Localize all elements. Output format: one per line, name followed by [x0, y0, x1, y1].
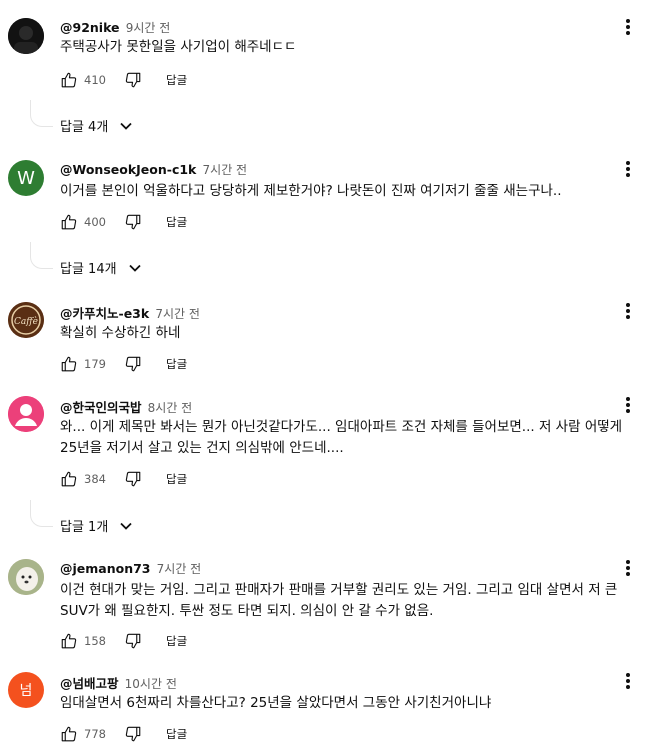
comment-header: @WonseokJeon-c1k 7시간 전: [60, 161, 247, 178]
thumbs-down-icon[interactable]: [124, 725, 142, 743]
thumbs-down-icon[interactable]: [124, 470, 142, 488]
dog-photo-icon: [8, 559, 44, 595]
like-count: 384: [84, 472, 106, 486]
svg-text:Caffè: Caffè: [14, 316, 38, 327]
chevron-down-icon: [128, 264, 141, 272]
comment-text: 임대살면서 6천짜리 차를산다고? 25년을 살았다면서 그동안 사기친거아니냐: [60, 695, 492, 711]
thumbs-down-icon[interactable]: [124, 213, 142, 231]
avatar[interactable]: Caffè: [8, 302, 44, 338]
timestamp[interactable]: 7시간 전: [203, 163, 248, 177]
reply-button[interactable]: 답글: [166, 471, 187, 487]
replies-label: 답글 1개: [60, 520, 109, 535]
thumbs-down-icon[interactable]: [124, 355, 142, 373]
avatar[interactable]: 넘: [8, 672, 44, 708]
comment-header: @넘배고팡 10시간 전: [60, 673, 177, 692]
timestamp[interactable]: 8시간 전: [148, 401, 193, 415]
more-actions-icon[interactable]: [620, 301, 636, 321]
avatar[interactable]: [8, 396, 44, 432]
avatar[interactable]: [8, 559, 44, 595]
like-count: 400: [84, 215, 106, 229]
thumbs-down-icon[interactable]: [124, 71, 142, 89]
comment-actions: 158 답글: [60, 631, 187, 651]
author-name[interactable]: @WonseokJeon-c1k: [60, 162, 196, 177]
more-actions-icon[interactable]: [620, 558, 636, 578]
author-name[interactable]: @한국인의국밥: [60, 400, 142, 415]
chevron-down-icon: [120, 122, 132, 130]
author-name[interactable]: @카푸치노-e3k: [60, 306, 149, 321]
comment-actions: 400 답글: [60, 212, 187, 232]
replies-label: 답글 14개: [60, 262, 117, 277]
comment-text: 확실히 수상하긴 하네: [60, 325, 181, 341]
author-name[interactable]: @넘배고팡: [60, 676, 119, 691]
like-count: 410: [84, 73, 106, 87]
thumbs-up-icon[interactable]: [60, 632, 78, 650]
timestamp[interactable]: 7시간 전: [155, 307, 200, 321]
more-actions-icon[interactable]: [620, 17, 636, 37]
timestamp[interactable]: 7시간 전: [157, 562, 202, 576]
like-count: 158: [84, 634, 106, 648]
avatar[interactable]: W: [8, 160, 44, 196]
thumbs-down-icon[interactable]: [124, 632, 142, 650]
comment-header: @한국인의국밥 8시간 전: [60, 397, 192, 416]
comment-actions: 179 답글: [60, 354, 187, 374]
more-actions-icon[interactable]: [620, 395, 636, 415]
comment: @92nike 9시간 전 주택공사가 못한일을 사기업이 해주네ㄷㄷ 410 …: [0, 0, 655, 142]
avatar[interactable]: [8, 18, 44, 54]
comment-actions: 410 답글: [60, 70, 187, 90]
thread-connector: [30, 100, 53, 127]
view-replies-button[interactable]: 답글 1개: [60, 516, 134, 535]
view-replies-button[interactable]: 답글 4개: [60, 116, 134, 135]
comment: W @WonseokJeon-c1k 7시간 전 이거를 본인이 억울하다고 당…: [0, 142, 655, 284]
reply-button[interactable]: 답글: [166, 633, 187, 649]
thumbs-up-icon[interactable]: [60, 725, 78, 743]
comment-text: 이거를 본인이 억울하다고 당당하게 제보한거야? 나랏돈이 진짜 여기저기 줄…: [60, 183, 562, 199]
comment-actions: 384 답글: [60, 469, 187, 489]
more-actions-icon[interactable]: [620, 159, 636, 179]
timestamp[interactable]: 9시간 전: [126, 21, 171, 35]
avatar-letter: W: [17, 167, 35, 189]
avatar-letter: 넘: [19, 683, 33, 699]
comment: @jemanon73 7시간 전 이건 현대가 맞는 거임. 그리고 판매자가 …: [0, 541, 655, 659]
avatar-image-icon: [8, 18, 44, 54]
reply-button[interactable]: 답글: [166, 72, 187, 88]
comment-text: 와... 이게 제목만 봐서는 뭔가 아닌것같다가도... 임대아파트 조건 자…: [60, 419, 623, 456]
thumbs-up-icon[interactable]: [60, 213, 78, 231]
reply-button[interactable]: 답글: [166, 214, 187, 230]
comment: 넘 @넘배고팡 10시간 전 임대살면서 6천짜리 차를산다고? 25년을 살았…: [0, 654, 655, 751]
thumbs-up-icon[interactable]: [60, 355, 78, 373]
coffee-logo-icon: Caffè: [8, 302, 44, 338]
chevron-down-icon: [120, 522, 132, 530]
comment: Caffè @카푸치노-e3k 7시간 전 확실히 수상하긴 하네 179 답글: [0, 284, 655, 382]
reply-button[interactable]: 답글: [166, 726, 187, 742]
like-count: 179: [84, 357, 106, 371]
person-icon: [8, 396, 44, 432]
thread-connector: [30, 500, 53, 527]
comment-header: @jemanon73 7시간 전: [60, 560, 201, 577]
more-actions-icon[interactable]: [620, 671, 636, 691]
view-replies-button[interactable]: 답글 14개: [60, 258, 143, 277]
replies-label: 답글 4개: [60, 120, 109, 135]
comment-actions: 778 답글: [60, 724, 187, 744]
thumbs-up-icon[interactable]: [60, 470, 78, 488]
comment-text: 주택공사가 못한일을 사기업이 해주네ㄷㄷ: [60, 39, 297, 55]
timestamp[interactable]: 10시간 전: [125, 677, 177, 691]
comment-text: 이건 현대가 맞는 거임. 그리고 판매자가 판매를 거부할 권리도 있는 거임…: [60, 582, 618, 619]
author-name[interactable]: @92nike: [60, 20, 120, 35]
author-name[interactable]: @jemanon73: [60, 561, 151, 576]
thread-connector: [30, 242, 53, 269]
reply-button[interactable]: 답글: [166, 356, 187, 372]
comment: @한국인의국밥 8시간 전 와... 이게 제목만 봐서는 뭔가 아닌것같다가도…: [0, 378, 655, 540]
comment-header: @카푸치노-e3k 7시간 전: [60, 303, 200, 322]
thumbs-up-icon[interactable]: [60, 71, 78, 89]
comment-header: @92nike 9시간 전: [60, 19, 170, 36]
like-count: 778: [84, 727, 106, 741]
